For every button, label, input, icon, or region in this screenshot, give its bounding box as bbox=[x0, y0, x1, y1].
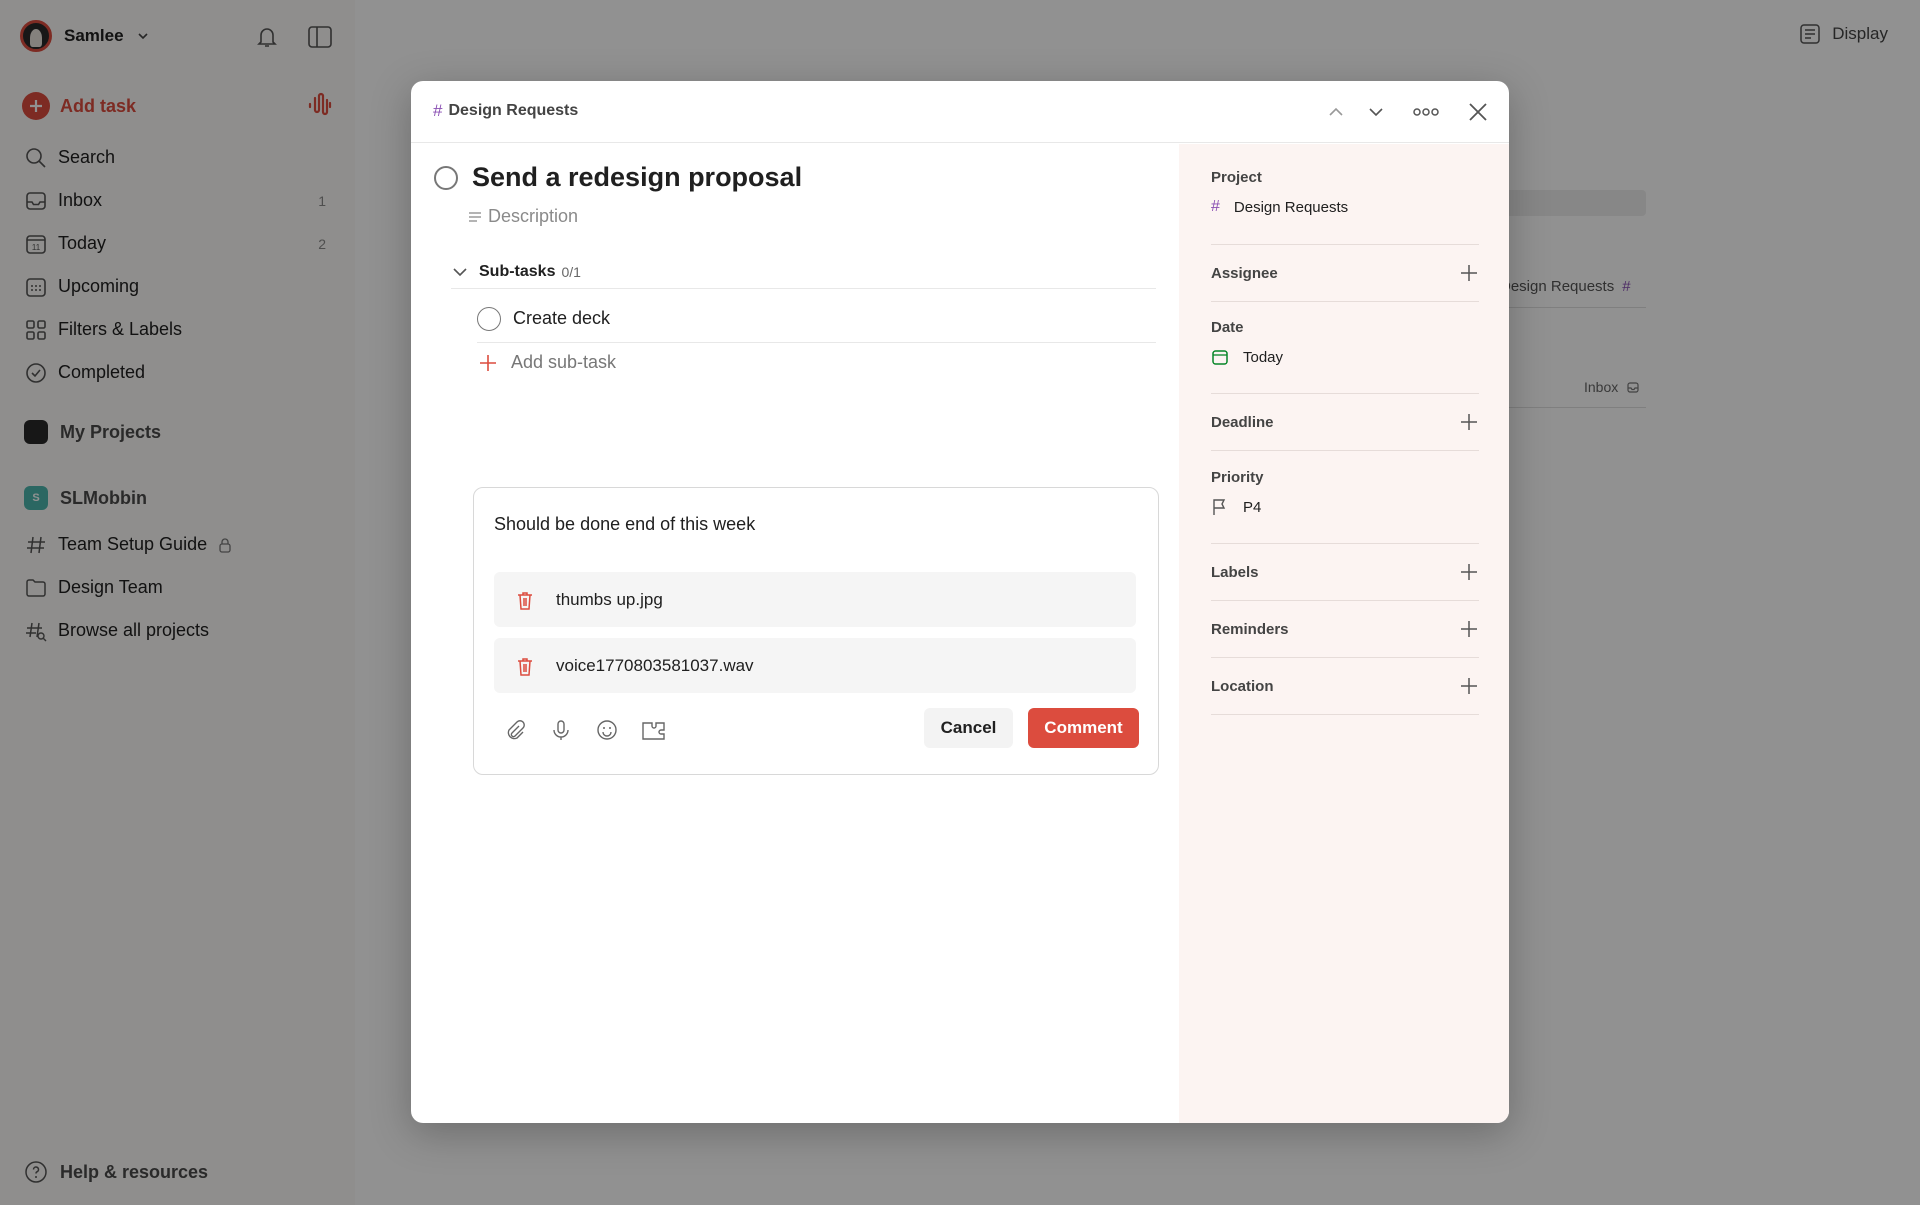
close-icon bbox=[1469, 103, 1487, 121]
project-selector[interactable]: # Design Requests bbox=[1211, 198, 1479, 216]
add-subtask-label: Add sub-task bbox=[511, 352, 617, 372]
chevron-down-icon bbox=[453, 267, 467, 276]
field-label: Location bbox=[1211, 677, 1274, 695]
subtasks-label: Sub-tasks bbox=[479, 262, 556, 280]
attach-file-button[interactable] bbox=[501, 716, 529, 744]
complete-task-checkbox[interactable] bbox=[434, 165, 458, 190]
field-label: Reminders bbox=[1211, 620, 1289, 638]
plus-icon[interactable] bbox=[1459, 263, 1479, 283]
deadline-field[interactable]: Deadline bbox=[1211, 394, 1479, 451]
subtask-checkbox[interactable] bbox=[477, 306, 501, 331]
modal-header: # Design Requests bbox=[411, 81, 1509, 143]
paperclip-icon bbox=[507, 720, 525, 740]
field-label: Labels bbox=[1211, 563, 1259, 581]
attachment-item: thumbs up.jpg bbox=[494, 572, 1136, 627]
emoji-icon bbox=[597, 720, 617, 740]
description-placeholder: Description bbox=[488, 206, 579, 226]
priority-selector[interactable]: P4 bbox=[1211, 498, 1479, 516]
field-label: Priority bbox=[1211, 469, 1264, 486]
assignee-field[interactable]: Assignee bbox=[1211, 245, 1479, 302]
task-detail-modal: # Design Requests Send a redesign propos… bbox=[411, 81, 1509, 1123]
priority-field[interactable]: Priority P4 bbox=[1211, 469, 1479, 544]
attachment-name: voice1770803581037.wav bbox=[556, 655, 754, 675]
attachment-item: voice1770803581037.wav bbox=[494, 638, 1136, 693]
microphone-icon bbox=[553, 720, 569, 740]
puzzle-icon bbox=[642, 722, 665, 740]
plus-icon bbox=[480, 354, 496, 371]
breadcrumb-project[interactable]: # Design Requests bbox=[433, 101, 578, 121]
calendar-icon bbox=[1212, 350, 1228, 365]
comment-editor[interactable]: Should be done end of this week thumbs u… bbox=[473, 487, 1159, 775]
description-field[interactable]: Description bbox=[468, 206, 578, 227]
date-value: Today bbox=[1243, 348, 1284, 366]
trash-icon[interactable] bbox=[514, 589, 536, 611]
trash-icon[interactable] bbox=[514, 655, 536, 677]
previous-task-button[interactable] bbox=[1322, 98, 1350, 126]
task-title-row: Send a redesign proposal bbox=[434, 162, 802, 193]
plus-icon[interactable] bbox=[1459, 676, 1479, 696]
close-modal-button[interactable] bbox=[1464, 98, 1492, 126]
field-label: Date bbox=[1211, 319, 1244, 336]
plus-icon[interactable] bbox=[1459, 562, 1479, 582]
emoji-button[interactable] bbox=[593, 716, 621, 744]
more-actions-button[interactable] bbox=[1412, 98, 1440, 126]
field-label: Deadline bbox=[1211, 413, 1274, 431]
chevron-up-icon bbox=[1329, 107, 1343, 116]
plus-icon[interactable] bbox=[1459, 619, 1479, 639]
description-icon bbox=[469, 211, 481, 222]
chevron-down-icon bbox=[1369, 108, 1383, 117]
project-hash-icon: # bbox=[433, 101, 443, 120]
cancel-button[interactable]: Cancel bbox=[924, 708, 1013, 748]
comment-submit-button[interactable]: Comment bbox=[1028, 708, 1139, 748]
record-audio-button[interactable] bbox=[547, 716, 575, 744]
task-details-panel: Project # Design Requests Assignee Date … bbox=[1179, 144, 1509, 1123]
integration-button[interactable] bbox=[639, 716, 671, 744]
task-title[interactable]: Send a redesign proposal bbox=[472, 162, 802, 193]
breadcrumb-project-name: Design Requests bbox=[448, 102, 579, 119]
subtasks-count: 0/1 bbox=[561, 263, 581, 280]
add-subtask-button[interactable]: Add sub-task bbox=[479, 352, 616, 373]
subtasks-toggle[interactable]: Sub-tasks 0/1 bbox=[451, 255, 1156, 289]
reminders-field[interactable]: Reminders bbox=[1211, 601, 1479, 658]
task-main-content: Send a redesign proposal Description Sub… bbox=[411, 144, 1179, 1123]
project-field[interactable]: Project # Design Requests bbox=[1211, 169, 1479, 245]
plus-icon[interactable] bbox=[1459, 412, 1479, 432]
subtask-title: Create deck bbox=[513, 308, 611, 328]
project-value: Design Requests bbox=[1233, 198, 1349, 216]
flag-icon bbox=[1213, 499, 1226, 515]
date-field[interactable]: Date Today bbox=[1211, 319, 1479, 394]
subtask-item[interactable]: Create deck bbox=[477, 295, 1156, 343]
priority-value: P4 bbox=[1243, 498, 1262, 516]
location-field[interactable]: Location bbox=[1211, 658, 1479, 715]
field-label: Project bbox=[1211, 169, 1262, 186]
project-hash-icon: # bbox=[1211, 198, 1220, 215]
date-selector[interactable]: Today bbox=[1211, 348, 1479, 366]
field-label: Assignee bbox=[1211, 264, 1278, 282]
next-task-button[interactable] bbox=[1362, 98, 1390, 126]
attachment-name: thumbs up.jpg bbox=[556, 589, 663, 609]
comment-text[interactable]: Should be done end of this week bbox=[494, 514, 755, 535]
more-icon bbox=[1413, 108, 1439, 116]
labels-field[interactable]: Labels bbox=[1211, 544, 1479, 601]
